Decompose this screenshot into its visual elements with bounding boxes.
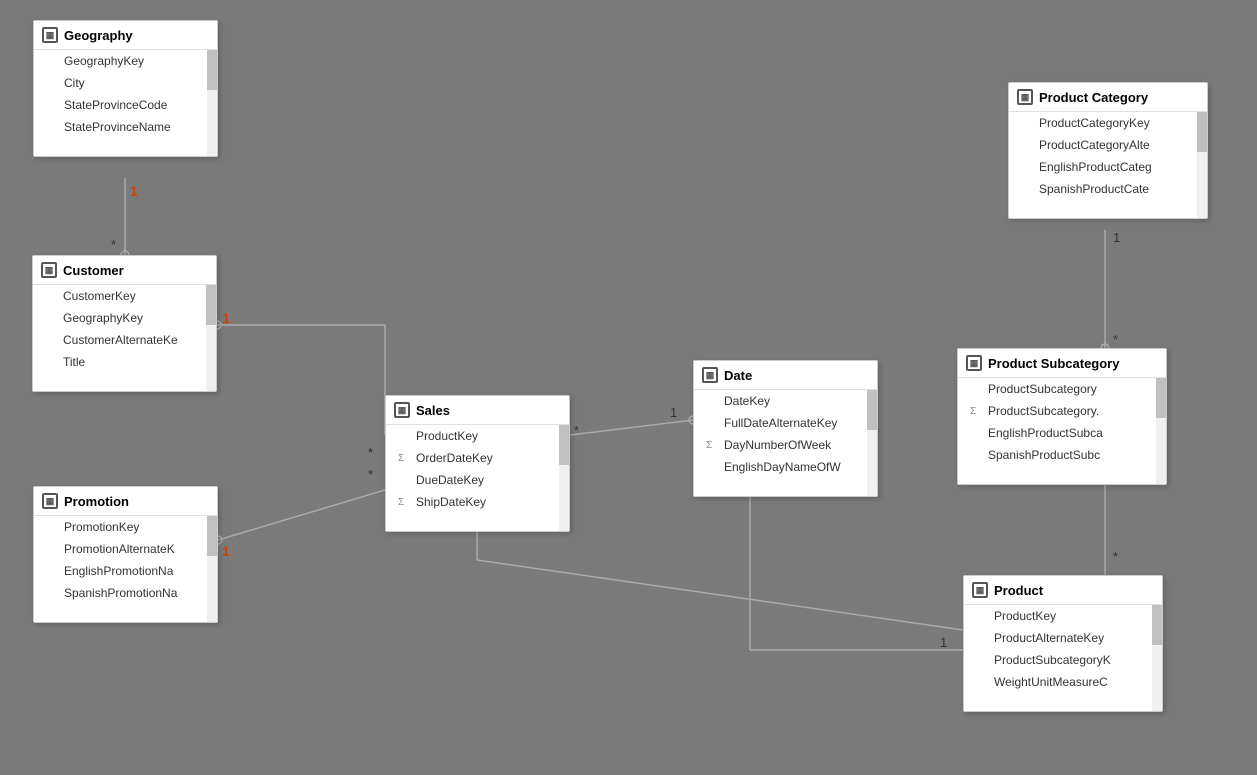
prodcat-prodsubcat-label-1: 1 — [1113, 230, 1120, 245]
promotion-field-4: SpanishPromotionNa — [34, 582, 217, 604]
prodsubcat-field-4: SpanishProductSubc — [958, 444, 1166, 466]
sales-field-3: DueDateKey — [386, 469, 569, 491]
date-field-2: FullDateAlternateKey — [694, 412, 877, 434]
geography-table: ▦ Geography GeographyKey City StateProvi… — [33, 20, 218, 157]
customer-field-fade — [33, 373, 216, 391]
promotion-field-3: EnglishPromotionNa — [34, 560, 217, 582]
product-subcategory-table-icon: ▦ — [966, 355, 982, 371]
date-title: Date — [724, 368, 752, 383]
prodsubcat-field-3: EnglishProductSubca — [958, 422, 1166, 444]
geography-field-2: City — [34, 72, 217, 94]
sales-field-4: Σ ShipDateKey — [386, 491, 569, 513]
customer-sales-label-star: * — [368, 445, 373, 460]
sales-title: Sales — [416, 403, 450, 418]
promotion-field-1: PromotionKey — [34, 516, 217, 538]
prodsubcat-field-1: ProductSubcategory — [958, 378, 1166, 400]
sales-date-label-star: * — [574, 423, 579, 438]
date-body[interactable]: DateKey FullDateAlternateKey Σ DayNumber… — [694, 390, 877, 496]
prodcat-field-fade — [1009, 200, 1207, 218]
sales-table-icon: ▦ — [394, 402, 410, 418]
product-table-icon: ▦ — [972, 582, 988, 598]
customer-field-1: CustomerKey — [33, 285, 216, 307]
date-field-1: DateKey — [694, 390, 877, 412]
promotion-table: ▦ Promotion PromotionKey PromotionAltern… — [33, 486, 218, 623]
date-header: ▦ Date — [694, 361, 877, 390]
product-subcategory-header: ▦ Product Subcategory — [958, 349, 1166, 378]
prodcat-field-4: SpanishProductCate — [1009, 178, 1207, 200]
sales-product-label-1: 1 — [940, 635, 947, 650]
geography-body[interactable]: GeographyKey City StateProvinceCode Stat… — [34, 50, 217, 156]
date-field-3: Σ DayNumberOfWeek — [694, 434, 877, 456]
product-category-title: Product Category — [1039, 90, 1148, 105]
product-field-2: ProductAlternateKey — [964, 627, 1162, 649]
product-category-header: ▦ Product Category — [1009, 83, 1207, 112]
sales-date-label-1: 1 — [670, 405, 677, 420]
promotion-field-fade — [34, 604, 217, 622]
product-title: Product — [994, 583, 1043, 598]
prodcat-field-3: EnglishProductCateg — [1009, 156, 1207, 178]
promotion-table-icon: ▦ — [42, 493, 58, 509]
promotion-title: Promotion — [64, 494, 129, 509]
prodcat-prodsubcat-label-star: * — [1113, 332, 1118, 347]
customer-header: ▦ Customer — [33, 256, 216, 285]
customer-sales-label-1: 1 — [222, 310, 230, 326]
product-subcategory-table: ▦ Product Subcategory ProductSubcategory… — [957, 348, 1167, 485]
prodcat-field-2: ProductCategoryAlte — [1009, 134, 1207, 156]
product-subcategory-title: Product Subcategory — [988, 356, 1119, 371]
promotion-sales-label-1: 1 — [222, 543, 230, 559]
customer-field-3: CustomerAlternateKe — [33, 329, 216, 351]
geo-customer-label-star: * — [111, 237, 116, 252]
prodsubcat-field-2: Σ ProductSubcategory. — [958, 400, 1166, 422]
sales-header: ▦ Sales — [386, 396, 569, 425]
geography-header: ▦ Geography — [34, 21, 217, 50]
product-table: ▦ Product ProductKey ProductAlternateKey… — [963, 575, 1163, 712]
date-field-fade — [694, 478, 877, 496]
sales-table: ▦ Sales ProductKey Σ OrderDateKey DueDat… — [385, 395, 570, 532]
product-category-body[interactable]: ProductCategoryKey ProductCategoryAlte E… — [1009, 112, 1207, 218]
geography-field-3: StateProvinceCode — [34, 94, 217, 116]
product-category-table-icon: ▦ — [1017, 89, 1033, 105]
product-subcategory-body[interactable]: ProductSubcategory Σ ProductSubcategory.… — [958, 378, 1166, 484]
promotion-field-2: PromotionAlternateK — [34, 538, 217, 560]
date-field-4: EnglishDayNameOfW — [694, 456, 877, 478]
prodsubcat-prod-label-star: * — [1113, 549, 1118, 564]
date-table-icon: ▦ — [702, 367, 718, 383]
product-field-4: WeightUnitMeasureC — [964, 671, 1162, 693]
product-field-3: ProductSubcategoryK — [964, 649, 1162, 671]
promotion-header: ▦ Promotion — [34, 487, 217, 516]
prodcat-field-1: ProductCategoryKey — [1009, 112, 1207, 134]
geography-table-icon: ▦ — [42, 27, 58, 43]
product-body[interactable]: ProductKey ProductAlternateKey ProductSu… — [964, 605, 1162, 711]
prodsubcat-field-fade — [958, 466, 1166, 484]
geography-field-fade — [34, 138, 217, 156]
product-field-1: ProductKey — [964, 605, 1162, 627]
promotion-body[interactable]: PromotionKey PromotionAlternateK English… — [34, 516, 217, 622]
sales-field-2: Σ OrderDateKey — [386, 447, 569, 469]
geography-field-4: StateProvinceName — [34, 116, 217, 138]
customer-table-icon: ▦ — [41, 262, 57, 278]
diagram-canvas: 1 * 1 * 1 * * 1 1 * 1 * 1 ▦ Geography Ge… — [0, 0, 1257, 775]
sales-body[interactable]: ProductKey Σ OrderDateKey DueDateKey Σ S… — [386, 425, 569, 531]
geography-field-1: GeographyKey — [34, 50, 217, 72]
geography-title: Geography — [64, 28, 133, 43]
promotion-sales-label-star: * — [368, 467, 373, 482]
customer-field-2: GeographyKey — [33, 307, 216, 329]
customer-body[interactable]: CustomerKey GeographyKey CustomerAlterna… — [33, 285, 216, 391]
geo-customer-label-1: 1 — [130, 183, 138, 199]
customer-title: Customer — [63, 263, 124, 278]
product-header: ▦ Product — [964, 576, 1162, 605]
customer-table: ▦ Customer CustomerKey GeographyKey Cust… — [32, 255, 217, 392]
date-table: ▦ Date DateKey FullDateAlternateKey Σ Da… — [693, 360, 878, 497]
product-category-table: ▦ Product Category ProductCategoryKey Pr… — [1008, 82, 1208, 219]
sales-field-fade — [386, 513, 569, 531]
product-field-fade — [964, 693, 1162, 711]
customer-field-4: Title — [33, 351, 216, 373]
sales-field-1: ProductKey — [386, 425, 569, 447]
